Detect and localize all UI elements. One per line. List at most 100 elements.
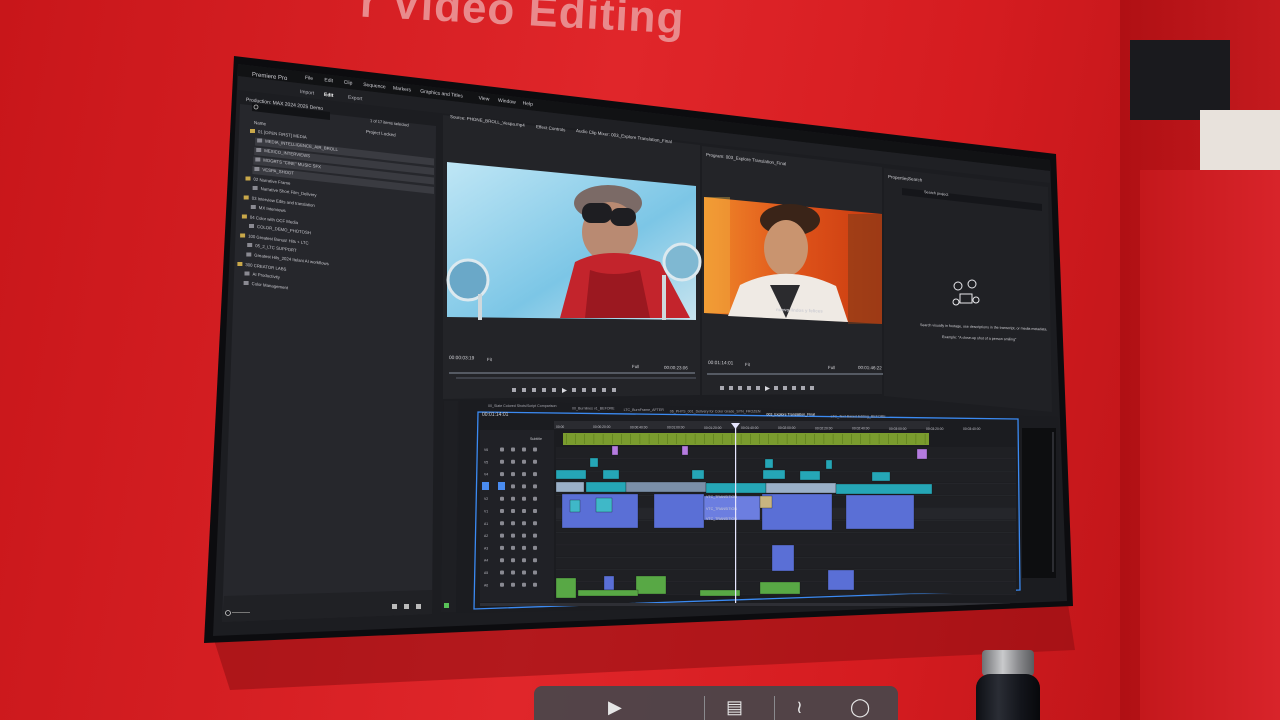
eye-icon[interactable]	[533, 582, 537, 587]
track-lane[interactable]	[556, 447, 1016, 458]
timeline-clip[interactable]	[845, 494, 915, 530]
timeline-clip[interactable]	[569, 499, 581, 513]
sourceTransport-go-to-out-icon[interactable]	[582, 388, 586, 392]
workspace-tab-edit[interactable]: Edit	[324, 92, 334, 99]
mute-icon[interactable]	[522, 521, 526, 526]
timeline-clip[interactable]	[691, 469, 705, 480]
timeline-clip[interactable]	[765, 482, 837, 494]
track-lane[interactable]	[556, 459, 1016, 471]
timeline-tab[interactable]: 003_Explore Translation_Final	[766, 412, 815, 416]
program-ratio-dropdown[interactable]: Full	[828, 365, 835, 370]
timeline-tab[interactable]: LTC_BurnFrame_AFTER	[624, 408, 665, 412]
sync-icon[interactable]	[511, 447, 515, 452]
sync-icon[interactable]	[511, 545, 515, 550]
sync-icon[interactable]	[511, 570, 515, 575]
sourceTransport-step-forward-icon[interactable]	[572, 388, 576, 392]
sync-icon[interactable]	[511, 459, 515, 464]
sync-icon[interactable]	[511, 533, 515, 538]
mute-icon[interactable]	[522, 459, 526, 464]
timeline-clip[interactable]	[825, 459, 833, 470]
programTransport-go-to-in-icon[interactable]	[747, 386, 751, 390]
programTransport-mark-in-icon[interactable]	[729, 386, 733, 390]
source-scrub-bar[interactable]	[449, 372, 695, 374]
source-fit-dropdown[interactable]: Fit	[487, 357, 493, 362]
programTransport-overwrite-icon[interactable]	[801, 386, 805, 390]
mute-icon[interactable]	[522, 582, 526, 587]
programTransport-insert-icon[interactable]	[792, 386, 796, 390]
timeline-clip[interactable]	[585, 481, 627, 493]
timeline-clip[interactable]	[635, 575, 667, 595]
source-timecode-in[interactable]: 00:00:03:19	[449, 355, 475, 361]
lock-icon[interactable]	[500, 570, 504, 575]
timeline-clip[interactable]	[681, 445, 689, 456]
sourceTransport-step-back-icon[interactable]	[552, 388, 556, 392]
source-zoom-bar[interactable]	[456, 377, 696, 379]
eye-icon[interactable]	[533, 472, 537, 477]
lock-icon[interactable]	[500, 447, 504, 452]
program-scrub-bar[interactable]	[707, 373, 883, 375]
sync-icon[interactable]	[511, 472, 515, 477]
eye-icon[interactable]	[533, 545, 537, 550]
eye-icon[interactable]	[533, 521, 537, 526]
mute-icon[interactable]	[522, 558, 526, 563]
trash-icon[interactable]	[416, 604, 421, 609]
volume-icon[interactable]: ≀	[796, 698, 803, 716]
sourceTransport-marker-icon[interactable]	[512, 388, 516, 392]
settings-icon[interactable]: ◯	[850, 698, 870, 716]
timeline-scrollbar[interactable]	[480, 603, 1010, 606]
menu-help[interactable]: Help	[523, 101, 533, 108]
lock-icon[interactable]	[500, 582, 504, 587]
mute-icon[interactable]	[522, 447, 526, 452]
timeline-clip[interactable]	[762, 469, 786, 480]
sourceTransport-insert-icon[interactable]	[592, 388, 596, 392]
timeline-clip[interactable]	[603, 575, 615, 591]
track-target-v1[interactable]	[498, 482, 505, 490]
timeline-tab[interactable]: LTC_Text Based Editing_BEFORE	[831, 414, 887, 418]
menu-clip[interactable]: Clip	[344, 80, 353, 87]
lock-icon[interactable]	[500, 558, 504, 563]
eye-icon[interactable]	[533, 447, 537, 452]
timeline-clip[interactable]	[602, 469, 620, 480]
lock-icon[interactable]	[500, 472, 504, 477]
programTransport-step-back-icon[interactable]	[756, 386, 760, 390]
timeline-clip[interactable]	[589, 457, 599, 468]
source-patch-v1[interactable]	[482, 482, 489, 490]
mute-icon[interactable]	[522, 570, 526, 575]
lock-icon[interactable]	[500, 496, 504, 501]
eye-icon[interactable]	[533, 570, 537, 575]
lock-icon[interactable]	[500, 509, 504, 513]
sync-icon[interactable]	[511, 558, 515, 563]
timeline-clip[interactable]	[759, 581, 801, 595]
eye-icon[interactable]	[533, 533, 537, 538]
timeline-clip[interactable]	[759, 495, 773, 509]
programTransport-export-frame-icon[interactable]	[810, 386, 814, 390]
eye-icon[interactable]	[533, 509, 537, 513]
lock-icon[interactable]	[500, 521, 504, 526]
timeline-clip[interactable]	[871, 471, 891, 482]
track-lane[interactable]	[556, 533, 1016, 545]
mute-icon[interactable]	[522, 509, 526, 513]
timeline-clip[interactable]	[625, 481, 707, 493]
captions-icon[interactable]: ▤	[726, 698, 743, 716]
timeline-clip[interactable]	[771, 544, 795, 572]
source-ratio-dropdown[interactable]: Full	[632, 364, 639, 369]
timeline-tab[interactable]: 06_PHYS_001_Delivery for Color Grade_SYN…	[670, 409, 761, 413]
timeline-clip[interactable]	[611, 445, 619, 456]
new-bin-icon[interactable]	[392, 604, 397, 609]
eye-icon[interactable]	[533, 459, 537, 464]
timeline-clip[interactable]	[595, 497, 613, 513]
new-item-icon[interactable]	[404, 604, 409, 609]
play-icon[interactable]: ▶	[608, 698, 622, 716]
sync-icon[interactable]	[511, 509, 515, 513]
programTransport-mark-out-icon[interactable]	[738, 386, 742, 390]
eye-icon[interactable]	[533, 496, 537, 501]
eye-icon[interactable]	[533, 558, 537, 563]
sync-icon[interactable]	[511, 496, 515, 501]
timeline-clip[interactable]	[799, 470, 821, 481]
programTransport-marker-icon[interactable]	[720, 386, 724, 390]
menu-file[interactable]: File	[305, 75, 313, 82]
timeline-tab[interactable]: 00_Burnlines v1_BEFORE	[572, 407, 615, 411]
lock-icon[interactable]	[500, 533, 504, 538]
mute-icon[interactable]	[522, 484, 526, 489]
timeline-playhead[interactable]	[735, 425, 737, 603]
